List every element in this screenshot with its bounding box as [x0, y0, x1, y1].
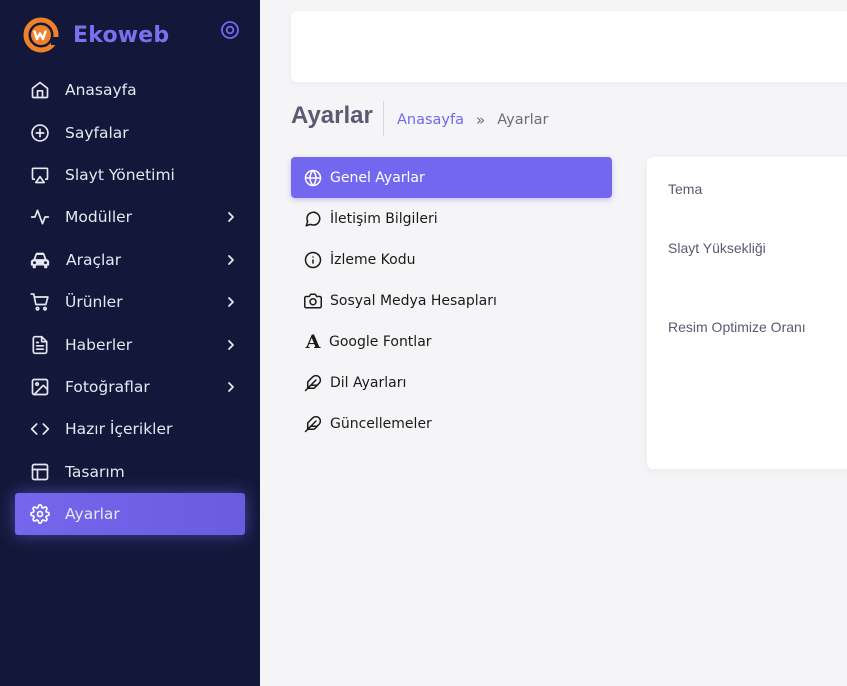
brand[interactable]: Ekoweb	[23, 15, 169, 55]
top-navbar	[291, 11, 847, 82]
sidebar-item-fotograflar[interactable]: Fotoğraflar	[15, 366, 245, 408]
activity-icon	[30, 209, 50, 225]
sidebar-item-label: Tasarım	[65, 462, 125, 481]
cart-icon	[30, 293, 49, 311]
settings-tab-label: Sosyal Medya Hesapları	[330, 292, 497, 309]
settings-tab-google-fontlar[interactable]: A Google Fontlar	[291, 321, 612, 362]
chevron-right-icon	[228, 297, 234, 308]
settings-tab-label: Dil Ayarları	[330, 374, 407, 391]
settings-tab-dil-ayarlari[interactable]: Dil Ayarları	[291, 362, 612, 403]
chevron-right-icon	[228, 339, 234, 350]
feather-icon	[304, 374, 322, 391]
sidebar-item-label: Anasayfa	[65, 81, 137, 100]
field-label-tema: Tema	[668, 181, 703, 197]
breadcrumb-separator: »	[476, 111, 486, 129]
settings-icon	[30, 504, 50, 525]
file-text-icon	[32, 335, 48, 354]
settings-tab-label: İzleme Kodu	[330, 251, 416, 268]
settings-menu: Genel Ayarlar İletişim Bilgileri İzleme …	[291, 157, 612, 444]
sidebar-item-tasarim[interactable]: Tasarım	[15, 451, 245, 493]
settings-tab-iletisim-bilgileri[interactable]: İletişim Bilgileri	[291, 198, 612, 239]
sidebar-item-slayt-yonetimi[interactable]: Slayt Yönetimi	[15, 154, 245, 196]
breadcrumb: Anasayfa » Ayarlar	[397, 111, 548, 129]
breadcrumb-divider	[383, 101, 384, 136]
chevron-right-icon	[228, 212, 234, 223]
breadcrumb-current: Ayarlar	[497, 112, 549, 128]
sidebar-item-label: Araçlar	[66, 250, 122, 269]
sidebar-item-anasayfa[interactable]: Anasayfa	[15, 69, 245, 111]
sidebar-item-label: Ürünler	[65, 293, 123, 312]
feather-icon	[304, 415, 322, 432]
sidebar-item-label: Hazır İçerikler	[65, 420, 173, 439]
settings-tab-guncellemeler[interactable]: Güncellemeler	[291, 403, 612, 444]
sidebar-item-label: Fotoğraflar	[65, 377, 150, 396]
code-icon	[30, 423, 50, 436]
ekoweb-logo-icon	[23, 17, 59, 53]
settings-tab-label: İletişim Bilgileri	[330, 210, 438, 227]
camera-icon	[304, 293, 322, 308]
sidebar-toggle-icon[interactable]	[220, 20, 240, 40]
sidebar-item-label: Modüller	[65, 208, 133, 227]
layout-icon	[31, 463, 49, 481]
chevron-right-icon	[228, 382, 234, 392]
info-icon	[304, 251, 322, 268]
chevron-right-icon	[228, 254, 234, 265]
sidebar-item-ayarlar[interactable]: Ayarlar	[15, 492, 245, 536]
sidebar-item-label: Sayfalar	[65, 123, 129, 142]
globe-icon	[304, 169, 322, 186]
settings-tab-sosyal-medya[interactable]: Sosyal Medya Hesapları	[291, 280, 612, 321]
sidebar-item-araclar[interactable]: Araçlar	[15, 239, 245, 281]
settings-tab-label: Genel Ayarlar	[330, 169, 425, 186]
settings-tab-label: Google Fontlar	[329, 333, 432, 350]
sidebar-item-label: Ayarlar	[65, 505, 120, 524]
settings-tab-label: Güncellemeler	[330, 415, 432, 432]
field-label-slayt-yuksekligi: Slayt Yüksekliği	[668, 240, 766, 256]
settings-tab-izleme-kodu[interactable]: İzleme Kodu	[291, 239, 612, 280]
image-icon	[31, 378, 49, 396]
sidebar-item-urunler[interactable]: Ürünler	[15, 281, 245, 323]
sidebar-item-haberler[interactable]: Haberler	[15, 323, 245, 365]
sidebar-item-moduller[interactable]: Modüller	[15, 196, 245, 238]
slideshow-icon	[31, 167, 49, 184]
sidebar: Ekoweb Anasayfa Sayfalar Slayt Yönetimi …	[0, 0, 260, 686]
font-icon: A	[305, 330, 321, 353]
sidebar-item-label: Haberler	[65, 335, 133, 354]
home-icon	[31, 81, 49, 99]
sidebar-item-sayfalar[interactable]: Sayfalar	[15, 111, 245, 153]
sidebar-nav: Anasayfa Sayfalar Slayt Yönetimi Modülle…	[15, 69, 245, 536]
sidebar-item-hazir-icerikler[interactable]: Hazır İçerikler	[15, 408, 245, 450]
settings-panel: Tema Slayt Yüksekliği Resim Optimize Ora…	[647, 157, 847, 469]
breadcrumb-home-link[interactable]: Anasayfa	[397, 112, 464, 128]
sidebar-item-label: Slayt Yönetimi	[65, 165, 175, 184]
brand-name: Ekoweb	[73, 22, 170, 48]
field-label-resim-optimize-orani: Resim Optimize Oranı	[668, 319, 806, 335]
car-icon	[30, 252, 50, 268]
settings-tab-genel-ayarlar[interactable]: Genel Ayarlar	[291, 157, 612, 198]
message-circle-icon	[305, 210, 321, 226]
plus-circle-icon	[31, 123, 49, 142]
page-title: Ayarlar	[291, 102, 373, 129]
